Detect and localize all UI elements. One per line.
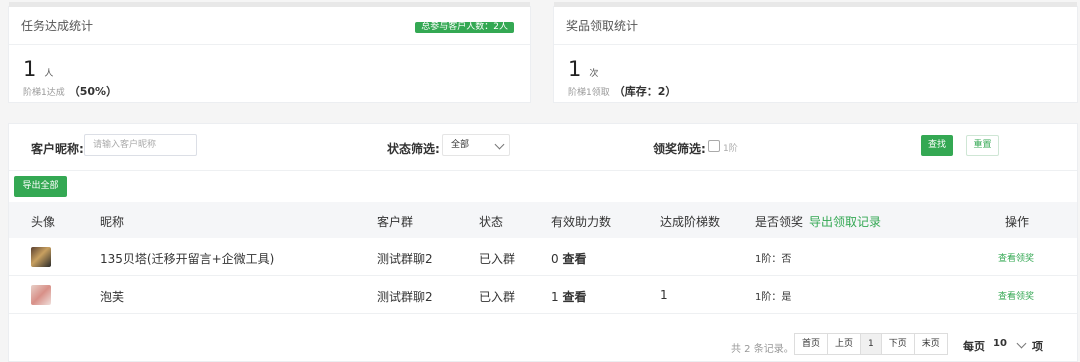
task-stats-count-row: 1人 bbox=[23, 57, 53, 81]
table-row: 135贝塔(迁移开留言+企微工具) 测试群聊2 已入群 0 查看 1阶：否 查看… bbox=[9, 238, 1077, 276]
per-page-value: 10 bbox=[993, 338, 1007, 349]
row-reward: 1阶：否 bbox=[755, 254, 792, 265]
tier1-checkbox[interactable] bbox=[708, 140, 720, 152]
reward-stats-unit: 次 bbox=[589, 69, 599, 79]
page-next-button[interactable]: 下页 bbox=[881, 334, 915, 354]
participants-badge: 总参与客户人数：2人 bbox=[415, 22, 514, 33]
page-current-button[interactable]: 1 bbox=[861, 334, 882, 354]
task-stats-card: 任务达成统计 总参与客户人数：2人 1人 阶梯1达成 （50%） bbox=[8, 2, 531, 103]
records-panel: 客户昵称: 请输入客户昵称 状态筛选: 全部 领奖筛选: 1阶 查找 重置 导出… bbox=[8, 123, 1078, 362]
page-prev-button[interactable]: 上页 bbox=[828, 334, 862, 354]
help-count-value: 0 bbox=[551, 252, 559, 266]
col-group: 客户群 bbox=[377, 215, 414, 229]
col-nickname: 昵称 bbox=[100, 215, 125, 229]
per-page-unit: 项 bbox=[1032, 340, 1043, 353]
per-page-label: 每页 bbox=[963, 340, 985, 353]
col-tier: 达成阶梯数 bbox=[660, 215, 721, 229]
chevron-down-icon bbox=[1016, 338, 1027, 349]
col-reward-label: 是否领奖 bbox=[755, 215, 804, 229]
table-header: 头像 昵称 客户群 状态 有效助力数 达成阶梯数 是否领奖 导出领取记录 操作 bbox=[9, 202, 1077, 238]
row-help-count: 1 查看 bbox=[551, 288, 586, 305]
nickname-search-input[interactable]: 请输入客户昵称 bbox=[84, 134, 197, 156]
table-row: 泡芙 测试群聊2 已入群 1 查看 1 1阶：是 查看领奖 bbox=[9, 276, 1077, 314]
task-stats-sub: 阶梯1达成 （50%） bbox=[23, 83, 117, 99]
row-nickname: 泡芙 bbox=[100, 290, 125, 304]
row-group: 测试群聊2 bbox=[377, 252, 433, 266]
row-status: 已入群 bbox=[479, 290, 516, 304]
reward-stats-sub: 阶梯1领取 （库存：2） bbox=[568, 83, 676, 99]
nickname-filter-label: 客户昵称: bbox=[31, 142, 84, 156]
reward-stats-card: 奖品领取统计 1次 阶梯1领取 （库存：2） bbox=[553, 2, 1078, 103]
col-help-count: 有效助力数 bbox=[551, 215, 612, 229]
card-top-bar bbox=[9, 2, 530, 7]
row-group: 测试群聊2 bbox=[377, 290, 433, 304]
filter-divider bbox=[9, 170, 1077, 171]
status-filter-select[interactable]: 全部 bbox=[442, 134, 510, 156]
task-stats-sub-label: 阶梯1达成 bbox=[23, 88, 65, 98]
pagination-total: 共 2 条记录。 bbox=[731, 344, 794, 355]
view-reward-link[interactable]: 查看领奖 bbox=[998, 251, 1034, 264]
reward-stats-count: 1 bbox=[568, 57, 582, 81]
page-first-button[interactable]: 首页 bbox=[795, 334, 829, 354]
help-count-value: 1 bbox=[551, 290, 559, 304]
view-helpers-link[interactable]: 查看 bbox=[562, 252, 586, 266]
search-button[interactable]: 查找 bbox=[921, 135, 953, 156]
col-reward: 是否领奖 导出领取记录 bbox=[755, 213, 881, 230]
task-stats-sub-value: （50%） bbox=[68, 85, 118, 98]
export-all-button[interactable]: 导出全部 bbox=[14, 176, 67, 197]
task-stats-count: 1 bbox=[23, 57, 37, 81]
status-filter-label: 状态筛选: bbox=[387, 142, 440, 156]
reward-stats-title: 奖品领取统计 bbox=[554, 7, 1077, 45]
view-reward-link[interactable]: 查看领奖 bbox=[998, 289, 1034, 302]
col-status: 状态 bbox=[479, 215, 504, 229]
export-reward-records-link[interactable]: 导出领取记录 bbox=[809, 215, 881, 229]
avatar bbox=[31, 247, 51, 267]
row-status: 已入群 bbox=[479, 252, 516, 266]
reset-button[interactable]: 重置 bbox=[966, 135, 999, 156]
chevron-down-icon bbox=[494, 139, 505, 150]
tier1-checkbox-label: 1阶 bbox=[723, 144, 738, 154]
pagination: 首页 上页 1 下页 末页 bbox=[794, 333, 948, 355]
row-tier: 1 bbox=[660, 288, 668, 302]
per-page-select[interactable]: 10 bbox=[989, 333, 1029, 355]
reward-stats-sub-label: 阶梯1领取 bbox=[568, 88, 610, 98]
reward-filter-label: 领奖筛选: bbox=[653, 142, 706, 156]
avatar bbox=[31, 285, 51, 305]
row-nickname: 135贝塔(迁移开留言+企微工具) bbox=[100, 252, 275, 266]
reward-stats-sub-value: （库存：2） bbox=[613, 85, 677, 98]
row-help-count: 0 查看 bbox=[551, 250, 586, 267]
col-action: 操作 bbox=[1005, 215, 1030, 229]
page-last-button[interactable]: 末页 bbox=[914, 334, 947, 354]
reward-stats-count-row: 1次 bbox=[568, 57, 598, 81]
card-top-bar bbox=[554, 2, 1077, 7]
row-reward: 1阶：是 bbox=[755, 292, 792, 303]
task-stats-unit: 人 bbox=[44, 69, 54, 79]
view-helpers-link[interactable]: 查看 bbox=[562, 290, 586, 304]
col-avatar: 头像 bbox=[31, 215, 56, 229]
status-filter-value: 全部 bbox=[451, 140, 470, 150]
